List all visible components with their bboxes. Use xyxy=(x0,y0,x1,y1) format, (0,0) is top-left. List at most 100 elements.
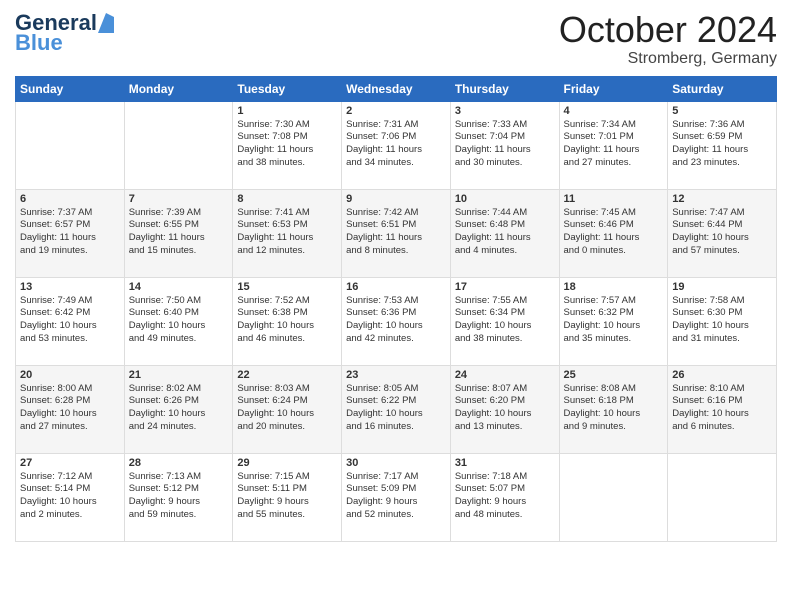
day-info: Sunrise: 7:52 AMSunset: 6:38 PMDaylight:… xyxy=(237,295,337,346)
day-cell: 21 Sunrise: 8:02 AMSunset: 6:26 PMDayligh… xyxy=(124,365,233,453)
day-header-thursday: Thursday xyxy=(450,76,559,101)
day-header-friday: Friday xyxy=(559,76,668,101)
day-number: 3 xyxy=(455,105,555,117)
day-number: 19 xyxy=(672,281,772,293)
week-row-3: 13 Sunrise: 7:49 AMSunset: 6:42 PMDayligh… xyxy=(16,277,777,365)
day-cell: 15 Sunrise: 7:52 AMSunset: 6:38 PMDayligh… xyxy=(233,277,342,365)
day-cell: 6Sunrise: 7:37 AMSunset: 6:57 PMDaylight… xyxy=(16,189,125,277)
day-info: Sunrise: 7:31 AMSunset: 7:06 PMDaylight:… xyxy=(346,119,446,170)
day-number: 22 xyxy=(237,369,337,381)
day-number: 17 xyxy=(455,281,555,293)
day-header-sunday: Sunday xyxy=(16,76,125,101)
calendar-page: General Blue October 2024 Stromberg, Ger… xyxy=(0,0,792,612)
day-cell: 4Sunrise: 7:34 AMSunset: 7:01 PMDaylight… xyxy=(559,101,668,189)
day-cell: 2 Sunrise: 7:31 AMSunset: 7:06 PMDaylight… xyxy=(342,101,451,189)
day-cell: 28 Sunrise: 7:13 AMSunset: 5:12 PMDayligh… xyxy=(124,453,233,541)
day-number: 2 xyxy=(346,105,446,117)
day-number: 21 xyxy=(129,369,229,381)
day-info: Sunrise: 7:45 AMSunset: 6:46 PMDaylight:… xyxy=(564,207,664,258)
day-cell xyxy=(16,101,125,189)
calendar-table: SundayMondayTuesdayWednesdayThursdayFrid… xyxy=(15,76,777,542)
day-info: Sunrise: 7:49 AMSunset: 6:42 PMDaylight:… xyxy=(20,295,120,346)
day-cell: 23 Sunrise: 8:05 AMSunset: 6:22 PMDayligh… xyxy=(342,365,451,453)
logo-blue-text: Blue xyxy=(15,30,63,56)
day-number: 14 xyxy=(129,281,229,293)
day-info: Sunrise: 8:10 AMSunset: 6:16 PMDaylight:… xyxy=(672,383,772,434)
day-number: 30 xyxy=(346,457,446,469)
day-cell: 25 Sunrise: 8:08 AMSunset: 6:18 PMDayligh… xyxy=(559,365,668,453)
week-row-5: 27Sunrise: 7:12 AMSunset: 5:14 PMDayligh… xyxy=(16,453,777,541)
day-cell: 5 Sunrise: 7:36 AMSunset: 6:59 PMDaylight… xyxy=(668,101,777,189)
day-info: Sunrise: 7:57 AMSunset: 6:32 PMDaylight:… xyxy=(564,295,664,346)
day-cell: 11 Sunrise: 7:45 AMSunset: 6:46 PMDayligh… xyxy=(559,189,668,277)
day-number: 23 xyxy=(346,369,446,381)
day-info: Sunrise: 7:39 AMSunset: 6:55 PMDaylight:… xyxy=(129,207,229,258)
logo-icon xyxy=(98,13,114,33)
day-cell: 9 Sunrise: 7:42 AMSunset: 6:51 PMDaylight… xyxy=(342,189,451,277)
day-cell: 13 Sunrise: 7:49 AMSunset: 6:42 PMDayligh… xyxy=(16,277,125,365)
day-info: Sunrise: 8:03 AMSunset: 6:24 PMDaylight:… xyxy=(237,383,337,434)
day-number: 25 xyxy=(564,369,664,381)
day-number: 13 xyxy=(20,281,120,293)
day-cell: 7 Sunrise: 7:39 AMSunset: 6:55 PMDaylight… xyxy=(124,189,233,277)
day-number: 28 xyxy=(129,457,229,469)
day-number: 7 xyxy=(129,193,229,205)
day-cell xyxy=(124,101,233,189)
day-info: Sunrise: 8:07 AMSunset: 6:20 PMDaylight:… xyxy=(455,383,555,434)
day-info: Sunrise: 7:41 AMSunset: 6:53 PMDaylight:… xyxy=(237,207,337,258)
day-cell xyxy=(668,453,777,541)
title-area: October 2024 Stromberg, Germany xyxy=(559,10,777,68)
day-number: 16 xyxy=(346,281,446,293)
day-number: 8 xyxy=(237,193,337,205)
day-info: Sunrise: 7:53 AMSunset: 6:36 PMDaylight:… xyxy=(346,295,446,346)
day-cell: 24 Sunrise: 8:07 AMSunset: 6:20 PMDayligh… xyxy=(450,365,559,453)
day-info: Sunrise: 7:37 AMSunset: 6:57 PMDaylight:… xyxy=(20,207,120,258)
day-info: Sunrise: 7:47 AMSunset: 6:44 PMDaylight:… xyxy=(672,207,772,258)
header: General Blue October 2024 Stromberg, Ger… xyxy=(15,10,777,68)
day-info: Sunrise: 7:44 AMSunset: 6:48 PMDaylight:… xyxy=(455,207,555,258)
day-info: Sunrise: 7:18 AMSunset: 5:07 PMDaylight:… xyxy=(455,471,555,522)
day-info: Sunrise: 8:05 AMSunset: 6:22 PMDaylight:… xyxy=(346,383,446,434)
week-row-4: 20Sunrise: 8:00 AMSunset: 6:28 PMDayligh… xyxy=(16,365,777,453)
header-row: SundayMondayTuesdayWednesdayThursdayFrid… xyxy=(16,76,777,101)
day-cell: 19 Sunrise: 7:58 AMSunset: 6:30 PMDayligh… xyxy=(668,277,777,365)
day-number: 15 xyxy=(237,281,337,293)
day-cell: 17Sunrise: 7:55 AMSunset: 6:34 PMDayligh… xyxy=(450,277,559,365)
day-cell: 30 Sunrise: 7:17 AMSunset: 5:09 PMDayligh… xyxy=(342,453,451,541)
month-title: October 2024 xyxy=(559,10,777,50)
day-info: Sunrise: 7:13 AMSunset: 5:12 PMDaylight:… xyxy=(129,471,229,522)
day-cell: 8 Sunrise: 7:41 AMSunset: 6:53 PMDaylight… xyxy=(233,189,342,277)
day-cell: 22 Sunrise: 8:03 AMSunset: 6:24 PMDayligh… xyxy=(233,365,342,453)
day-info: Sunrise: 8:02 AMSunset: 6:26 PMDaylight:… xyxy=(129,383,229,434)
day-number: 1 xyxy=(237,105,337,117)
day-info: Sunrise: 7:36 AMSunset: 6:59 PMDaylight:… xyxy=(672,119,772,170)
day-number: 10 xyxy=(455,193,555,205)
day-cell: 29Sunrise: 7:15 AMSunset: 5:11 PMDayligh… xyxy=(233,453,342,541)
day-number: 26 xyxy=(672,369,772,381)
day-number: 12 xyxy=(672,193,772,205)
day-header-monday: Monday xyxy=(124,76,233,101)
day-number: 27 xyxy=(20,457,120,469)
day-number: 11 xyxy=(564,193,664,205)
day-number: 31 xyxy=(455,457,555,469)
day-number: 29 xyxy=(237,457,337,469)
day-cell xyxy=(559,453,668,541)
day-header-tuesday: Tuesday xyxy=(233,76,342,101)
day-info: Sunrise: 7:50 AMSunset: 6:40 PMDaylight:… xyxy=(129,295,229,346)
day-cell: 10 Sunrise: 7:44 AMSunset: 6:48 PMDayligh… xyxy=(450,189,559,277)
day-info: Sunrise: 7:42 AMSunset: 6:51 PMDaylight:… xyxy=(346,207,446,258)
day-cell: 31 Sunrise: 7:18 AMSunset: 5:07 PMDayligh… xyxy=(450,453,559,541)
day-info: Sunrise: 8:08 AMSunset: 6:18 PMDaylight:… xyxy=(564,383,664,434)
day-info: Sunrise: 8:00 AMSunset: 6:28 PMDaylight:… xyxy=(20,383,120,434)
day-cell: 26 Sunrise: 8:10 AMSunset: 6:16 PMDayligh… xyxy=(668,365,777,453)
day-info: Sunrise: 7:33 AMSunset: 7:04 PMDaylight:… xyxy=(455,119,555,170)
week-row-1: 1Sunrise: 7:30 AMSunset: 7:08 PMDaylight… xyxy=(16,101,777,189)
day-info: Sunrise: 7:17 AMSunset: 5:09 PMDaylight:… xyxy=(346,471,446,522)
day-cell: 27Sunrise: 7:12 AMSunset: 5:14 PMDayligh… xyxy=(16,453,125,541)
day-info: Sunrise: 7:58 AMSunset: 6:30 PMDaylight:… xyxy=(672,295,772,346)
day-cell: 3 Sunrise: 7:33 AMSunset: 7:04 PMDaylight… xyxy=(450,101,559,189)
day-number: 5 xyxy=(672,105,772,117)
day-cell: 14 Sunrise: 7:50 AMSunset: 6:40 PMDayligh… xyxy=(124,277,233,365)
day-number: 9 xyxy=(346,193,446,205)
day-number: 24 xyxy=(455,369,555,381)
